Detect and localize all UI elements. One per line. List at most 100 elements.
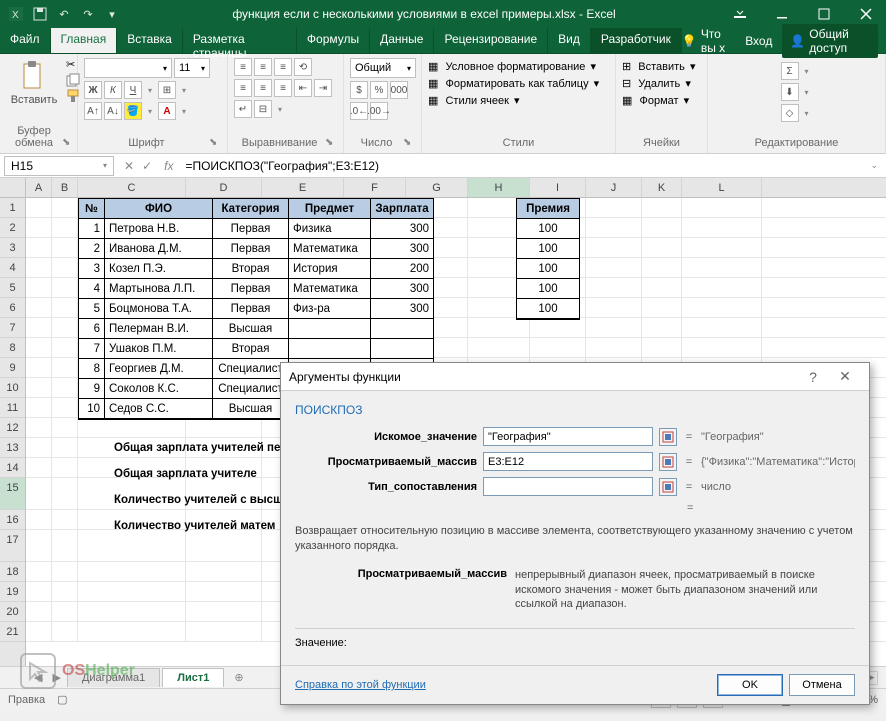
tab-layout[interactable]: Разметка страницы [183, 28, 297, 53]
merge-icon[interactable]: ⊟ [254, 100, 272, 118]
col-header-L[interactable]: L [682, 178, 762, 197]
table-row[interactable]: 7Ушаков П.М.Вторая [79, 339, 433, 359]
font-color-button[interactable]: A [158, 102, 176, 120]
col-header-B[interactable]: B [52, 178, 78, 197]
format-table-button[interactable]: ▦ Форматировать как таблицу ▾ [428, 77, 609, 90]
signin[interactable]: Вход [745, 34, 772, 48]
row-header-18[interactable]: 18 [0, 562, 25, 582]
fill-icon[interactable]: ⬇ [781, 83, 799, 101]
table-row[interactable]: 3Козел П.Э.ВтораяИстория200 [79, 259, 433, 279]
fill-color-button[interactable]: 🪣 [124, 102, 142, 120]
row-header-21[interactable]: 21 [0, 622, 25, 642]
formula-input[interactable]: =ПОИСКПОЗ("География";E3:E12) [179, 159, 862, 173]
bold-button[interactable]: Ж [84, 81, 102, 99]
align-center-icon[interactable]: ≡ [254, 79, 272, 97]
select-all[interactable] [0, 178, 25, 198]
hdr-sal[interactable]: Зарплата [371, 199, 433, 219]
tab-data[interactable]: Данные [370, 28, 434, 53]
redo-icon[interactable]: ↷ [80, 6, 96, 22]
save-icon[interactable] [32, 6, 48, 22]
bonus-cell[interactable]: 100 [517, 279, 579, 299]
bonus-cell[interactable]: 100 [517, 239, 579, 259]
col-header-D[interactable]: D [186, 178, 262, 197]
currency-icon[interactable]: $ [350, 81, 368, 99]
table-row[interactable]: 2Иванова Д.М.ПерваяМатематика300 [79, 239, 433, 259]
sheet-tab-2[interactable]: Лист1 [162, 668, 224, 687]
cell-styles-button[interactable]: ▦ Стили ячеек ▾ [428, 94, 609, 107]
border-button[interactable]: ⊞ [158, 81, 176, 99]
decimal-inc-icon[interactable]: .0← [350, 102, 368, 120]
font-launcher-icon[interactable]: ⬊ [209, 137, 221, 149]
fx-icon[interactable]: fx [158, 159, 179, 173]
row-header-1[interactable]: 1 [0, 198, 25, 218]
arg-type-ref-icon[interactable] [659, 478, 677, 496]
arg-type-input[interactable] [483, 477, 653, 496]
comma-icon[interactable]: 000 [390, 81, 408, 99]
alignment-launcher-icon[interactable]: ⬊ [325, 137, 337, 149]
dialog-help-icon[interactable]: ? [797, 369, 829, 385]
new-sheet-icon[interactable]: ⊕ [226, 668, 251, 687]
font-grow-icon[interactable]: A↑ [84, 102, 102, 120]
row-header-12[interactable]: 12 [0, 418, 25, 438]
table-row[interactable]: 4Мартынова Л.П.ПерваяМатематика300 [79, 279, 433, 299]
arg-array-input[interactable] [483, 452, 653, 471]
row-header-17[interactable]: 17 [0, 530, 25, 562]
font-family-select[interactable]: ▾ [84, 58, 172, 78]
col-header-F[interactable]: F [344, 178, 406, 197]
row-header-4[interactable]: 4 [0, 258, 25, 278]
format-cells-button[interactable]: ▦ Формат ▾ [622, 94, 701, 107]
dialog-ok-button[interactable]: OK [717, 674, 783, 696]
row-header-9[interactable]: 9 [0, 358, 25, 378]
row-header-3[interactable]: 3 [0, 238, 25, 258]
hdr-fio[interactable]: ФИО [105, 199, 213, 219]
number-launcher-icon[interactable]: ⬊ [403, 137, 415, 149]
row-header-6[interactable]: 6 [0, 298, 25, 318]
paste-button[interactable]: Вставить [6, 58, 62, 123]
undo-icon[interactable]: ↶ [56, 6, 72, 22]
align-top-icon[interactable]: ≡ [234, 58, 252, 76]
dialog-cancel-button[interactable]: Отмена [789, 674, 855, 696]
clipboard-launcher-icon[interactable]: ⬊ [62, 137, 71, 149]
bonus-cell[interactable]: 100 [517, 299, 579, 319]
autosum-icon[interactable]: Σ [781, 62, 799, 80]
tab-review[interactable]: Рецензирование [434, 28, 548, 53]
tell-me[interactable]: 💡Что вы х [682, 27, 735, 55]
tab-developer[interactable]: Разработчик [591, 28, 682, 53]
formula-expand-icon[interactable]: ⌄ [862, 160, 886, 171]
col-header-E[interactable]: E [262, 178, 344, 197]
summary-2[interactable]: Общая зарплата учителе [114, 458, 287, 490]
col-header-I[interactable]: I [530, 178, 586, 197]
name-box[interactable]: H15▾ [4, 156, 114, 176]
align-bottom-icon[interactable]: ≡ [274, 58, 292, 76]
col-header-C[interactable]: C [78, 178, 186, 197]
italic-button[interactable]: К [104, 81, 122, 99]
qat-dropdown-icon[interactable]: ▾ [104, 6, 120, 22]
number-format-select[interactable]: Общий▾ [350, 58, 416, 78]
row-header-16[interactable]: 16 [0, 510, 25, 530]
row-header-8[interactable]: 8 [0, 338, 25, 358]
accept-formula-icon[interactable]: ✓ [142, 159, 152, 173]
cancel-formula-icon[interactable]: ✕ [124, 159, 134, 173]
col-header-A[interactable]: A [26, 178, 52, 197]
table-row[interactable]: 1Петрова Н.В.ПерваяФизика300 [79, 219, 433, 239]
font-size-select[interactable]: 11▾ [174, 58, 210, 78]
share-button[interactable]: 👤Общий доступ [782, 24, 878, 58]
row-header-11[interactable]: 11 [0, 398, 25, 418]
wrap-text-icon[interactable]: ↵ [234, 100, 252, 118]
arg-lookup-ref-icon[interactable] [659, 428, 677, 446]
dialog-help-link[interactable]: Справка по этой функции [295, 679, 711, 691]
row-header-2[interactable]: 2 [0, 218, 25, 238]
row-header-15[interactable]: 15 [0, 478, 25, 510]
percent-icon[interactable]: % [370, 81, 388, 99]
col-header-K[interactable]: K [642, 178, 682, 197]
row-header-13[interactable]: 13 [0, 438, 25, 458]
tab-formulas[interactable]: Формулы [297, 28, 370, 53]
clear-icon[interactable]: ◇ [781, 104, 799, 122]
tab-view[interactable]: Вид [548, 28, 591, 53]
indent-inc-icon[interactable]: ⇥ [314, 79, 332, 97]
insert-cells-button[interactable]: ⊞ Вставить ▾ [622, 60, 701, 73]
col-header-H[interactable]: H [468, 178, 530, 197]
hdr-no[interactable]: № [79, 199, 105, 219]
macro-record-icon[interactable]: ▢ [45, 693, 67, 706]
bonus-cell[interactable]: 100 [517, 219, 579, 239]
